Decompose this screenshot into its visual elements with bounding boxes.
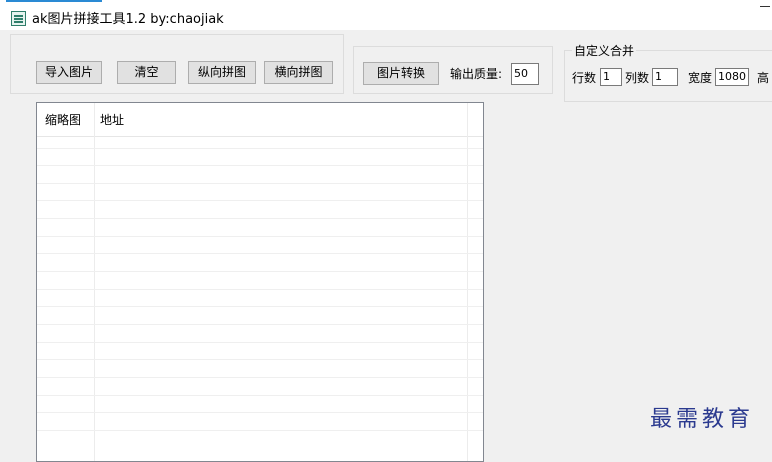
horizontal-stitch-button[interactable]: 横向拼图: [264, 61, 333, 84]
table-row: [37, 289, 483, 290]
column-header-path[interactable]: 地址: [100, 103, 124, 137]
app-icon: [11, 11, 26, 26]
cols-label: 列数: [625, 71, 650, 85]
window-title: ak图片拼接工具1.2 by:chaojiak: [32, 12, 224, 27]
table-row: [37, 377, 483, 378]
quality-input[interactable]: 50: [511, 63, 539, 85]
table-row: [37, 395, 483, 396]
table-row: [37, 218, 483, 219]
width-input[interactable]: 1080: [715, 68, 749, 86]
table-row: [37, 236, 483, 237]
table-row: [37, 165, 483, 166]
rows-label: 行数: [572, 71, 597, 85]
width-label: 宽度: [688, 71, 713, 85]
title-bar: ak图片拼接工具1.2 by:chaojiak: [0, 0, 772, 30]
table-row: [37, 359, 483, 360]
minimize-icon[interactable]: [758, 0, 772, 12]
table-row: [37, 148, 483, 149]
table-row: [37, 306, 483, 307]
list-header: 缩略图 地址: [37, 103, 483, 137]
import-images-button[interactable]: 导入图片: [36, 61, 102, 84]
cols-input[interactable]: 1: [652, 68, 678, 86]
table-row: [37, 200, 483, 201]
column-header-thumbnail[interactable]: 缩略图: [45, 103, 81, 137]
table-row: [37, 324, 483, 325]
column-divider: [467, 103, 468, 461]
table-row: [37, 253, 483, 254]
column-divider: [94, 103, 95, 461]
table-row: [37, 183, 483, 184]
watermark: 最需教育: [650, 407, 755, 432]
height-label: 高: [757, 71, 770, 85]
rows-input[interactable]: 1: [600, 68, 622, 86]
quality-label: 输出质量:: [450, 67, 503, 81]
custom-merge-legend: 自定义合并: [572, 42, 637, 59]
table-row: [37, 412, 483, 413]
table-row: [37, 430, 483, 431]
table-row: [37, 342, 483, 343]
convert-image-button[interactable]: 图片转换: [363, 62, 439, 85]
title-accent-line: [6, 0, 102, 2]
clear-button[interactable]: 清空: [117, 61, 176, 84]
vertical-stitch-button[interactable]: 纵向拼图: [188, 61, 256, 84]
image-list[interactable]: 缩略图 地址: [36, 102, 484, 462]
table-row: [37, 271, 483, 272]
